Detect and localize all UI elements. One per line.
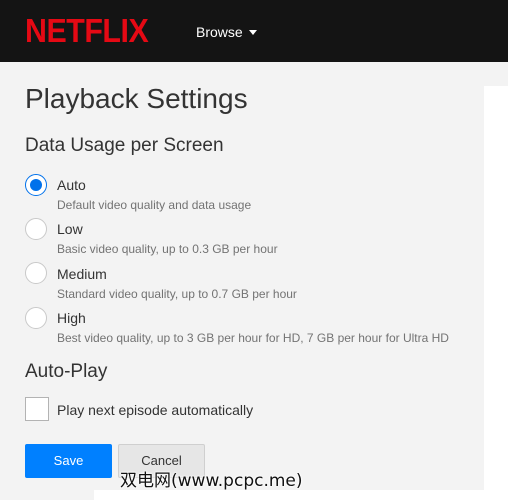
option-description-auto: Default video quality and data usage: [57, 198, 252, 212]
netflix-logo[interactable]: NETFLIX: [25, 12, 149, 50]
radio-high[interactable]: [25, 307, 47, 329]
browse-label: Browse: [196, 24, 243, 40]
auto-play-heading: Auto-Play: [25, 361, 108, 382]
option-label-auto: Auto: [57, 177, 86, 193]
option-label-medium: Medium: [57, 266, 107, 282]
option-description-high: Best video quality, up to 3 GB per hour …: [57, 331, 449, 345]
right-panel: [484, 86, 508, 500]
bottom-panel: [94, 490, 508, 500]
save-button[interactable]: Save: [25, 444, 112, 478]
option-description-low: Basic video quality, up to 0.3 GB per ho…: [57, 242, 278, 256]
caret-down-icon: [248, 30, 257, 35]
top-nav-bar: NETFLIX Browse: [0, 0, 508, 62]
radio-low[interactable]: [25, 218, 47, 240]
autoplay-checkbox[interactable]: [25, 397, 49, 421]
option-description-medium: Standard video quality, up to 0.7 GB per…: [57, 287, 297, 301]
radio-auto[interactable]: [25, 174, 47, 196]
option-label-high: High: [57, 310, 86, 326]
data-usage-heading: Data Usage per Screen: [25, 135, 224, 156]
page-title: Playback Settings: [25, 83, 248, 114]
radio-medium[interactable]: [25, 262, 47, 284]
watermark: 双电网(www.pcpc.me): [120, 471, 303, 491]
browse-menu[interactable]: Browse: [196, 24, 257, 40]
autoplay-checkbox-label: Play next episode automatically: [57, 402, 254, 418]
option-label-low: Low: [57, 221, 83, 237]
